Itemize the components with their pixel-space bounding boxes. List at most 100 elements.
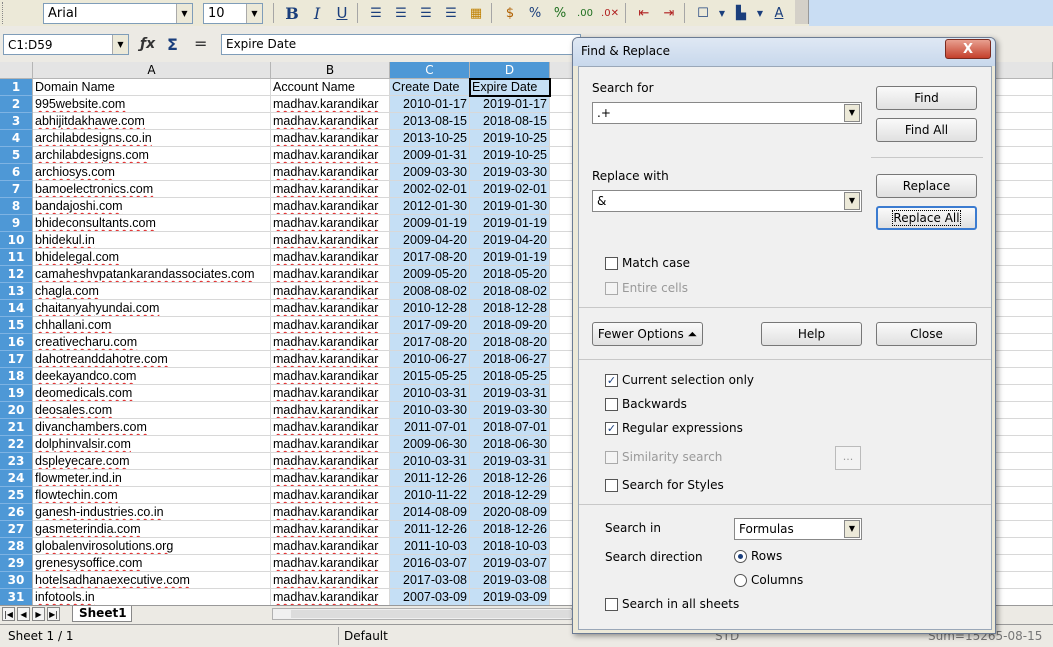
- increase-indent-icon[interactable]: ⇥: [658, 2, 680, 24]
- table-cell-c[interactable]: 2010-12-28: [390, 300, 470, 317]
- current-selection-checkbox[interactable]: ✓: [605, 374, 618, 387]
- replace-with-input[interactable]: & ▼: [592, 190, 862, 212]
- table-cell-c[interactable]: 2008-08-02: [390, 283, 470, 300]
- table-cell-d[interactable]: 2018-12-28: [470, 300, 550, 317]
- replace-button[interactable]: Replace: [876, 174, 977, 198]
- toolbar-overflow[interactable]: [795, 0, 809, 24]
- table-cell-b[interactable]: madhav.karandikar: [271, 96, 390, 113]
- first-sheet-icon[interactable]: |◀: [2, 607, 15, 621]
- table-cell-a[interactable]: chagla.com: [33, 283, 271, 300]
- table-cell-b[interactable]: madhav.karandikar: [271, 504, 390, 521]
- table-cell-c[interactable]: 2009-01-19: [390, 215, 470, 232]
- table-cell-c[interactable]: 2010-03-31: [390, 385, 470, 402]
- table-cell-a[interactable]: globalenvirosolutions.org: [33, 538, 271, 555]
- table-cell-d[interactable]: 2018-08-20: [470, 334, 550, 351]
- chevron-down-icon[interactable]: ▼: [844, 520, 860, 538]
- chevron-down-icon[interactable]: ▼: [717, 2, 727, 24]
- select-all-corner[interactable]: [0, 62, 33, 79]
- table-cell-c[interactable]: 2010-06-27: [390, 351, 470, 368]
- row-header[interactable]: 18: [0, 368, 33, 385]
- table-cell-d[interactable]: 2019-03-30: [470, 402, 550, 419]
- table-cell-d[interactable]: 2019-01-19: [470, 249, 550, 266]
- table-cell-d[interactable]: 2018-08-02: [470, 283, 550, 300]
- table-cell-d[interactable]: 2019-10-25: [470, 147, 550, 164]
- table-cell-b[interactable]: madhav.karandikar: [271, 147, 390, 164]
- underline-icon[interactable]: U: [331, 2, 353, 24]
- table-cell-b[interactable]: madhav.karandikar: [271, 487, 390, 504]
- table-cell-d[interactable]: 2020-08-09: [470, 504, 550, 521]
- borders-icon[interactable]: ☐: [692, 2, 714, 24]
- next-sheet-icon[interactable]: ▶: [32, 607, 45, 621]
- table-cell-a[interactable]: bamoelectronics.com: [33, 181, 271, 198]
- search-styles-checkbox[interactable]: [605, 479, 618, 492]
- function-icon[interactable]: =: [194, 34, 207, 53]
- row-header[interactable]: 2: [0, 96, 33, 113]
- table-cell-b[interactable]: madhav.karandikar: [271, 300, 390, 317]
- table-cell-b[interactable]: madhav.karandikar: [271, 453, 390, 470]
- row-header[interactable]: 11: [0, 249, 33, 266]
- table-cell-c[interactable]: 2012-01-30: [390, 198, 470, 215]
- table-cell-c[interactable]: 2002-02-01: [390, 181, 470, 198]
- table-cell-a[interactable]: bhidekul.in: [33, 232, 271, 249]
- row-header[interactable]: 26: [0, 504, 33, 521]
- font-size-combo[interactable]: 10 ▼: [203, 2, 263, 24]
- table-cell-a[interactable]: archiosys.com: [33, 164, 271, 181]
- find-all-button[interactable]: Find All: [876, 118, 977, 142]
- table-cell-a[interactable]: deosales.com: [33, 402, 271, 419]
- number-format-icon[interactable]: %: [549, 2, 571, 24]
- table-cell-b[interactable]: madhav.karandikar: [271, 249, 390, 266]
- table-cell-b[interactable]: madhav.karandikar: [271, 351, 390, 368]
- replace-all-button[interactable]: Replace All: [876, 206, 977, 230]
- row-header[interactable]: 25: [0, 487, 33, 504]
- table-cell-b[interactable]: madhav.karandikar: [271, 283, 390, 300]
- match-case-checkbox[interactable]: [605, 257, 618, 270]
- table-cell-c[interactable]: 2009-03-30: [390, 164, 470, 181]
- table-cell-c[interactable]: 2011-12-26: [390, 470, 470, 487]
- table-cell-c[interactable]: 2013-10-25: [390, 130, 470, 147]
- table-cell-c[interactable]: 2011-10-03: [390, 538, 470, 555]
- table-cell-b[interactable]: madhav.karandikar: [271, 334, 390, 351]
- horizontal-scrollbar[interactable]: [272, 608, 751, 620]
- chevron-down-icon[interactable]: ▼: [844, 192, 860, 210]
- row-header[interactable]: 28: [0, 538, 33, 555]
- table-cell-b[interactable]: Account Name: [271, 79, 390, 96]
- merge-cells-icon[interactable]: ▦: [465, 2, 487, 24]
- row-header[interactable]: 15: [0, 317, 33, 334]
- row-header[interactable]: 27: [0, 521, 33, 538]
- row-header[interactable]: 17: [0, 351, 33, 368]
- table-cell-d[interactable]: 2018-08-15: [470, 113, 550, 130]
- close-icon[interactable]: X: [945, 39, 991, 59]
- table-cell-a[interactable]: divanchambers.com: [33, 419, 271, 436]
- align-left-icon[interactable]: ☰: [365, 2, 387, 24]
- row-header[interactable]: 22: [0, 436, 33, 453]
- bold-icon[interactable]: B: [281, 2, 303, 24]
- delete-decimal-icon[interactable]: .0✕: [599, 2, 621, 24]
- table-cell-d[interactable]: 2019-03-31: [470, 453, 550, 470]
- table-cell-d[interactable]: 2019-03-07: [470, 555, 550, 572]
- table-cell-b[interactable]: madhav.karandikar: [271, 232, 390, 249]
- table-cell-b[interactable]: madhav.karandikar: [271, 402, 390, 419]
- row-header[interactable]: 6: [0, 164, 33, 181]
- column-header-a[interactable]: A: [33, 62, 271, 79]
- close-button[interactable]: Close: [876, 322, 977, 346]
- row-header[interactable]: 29: [0, 555, 33, 572]
- font-color-icon[interactable]: A: [768, 2, 790, 24]
- table-cell-d[interactable]: 2019-10-25: [470, 130, 550, 147]
- percent-icon[interactable]: %: [524, 2, 546, 24]
- decrease-indent-icon[interactable]: ⇤: [633, 2, 655, 24]
- formula-input[interactable]: Expire Date: [221, 34, 581, 55]
- table-cell-c[interactable]: 2014-08-09: [390, 504, 470, 521]
- table-cell-c[interactable]: 2013-08-15: [390, 113, 470, 130]
- function-wizard-icon[interactable]: ƒx: [140, 36, 155, 52]
- table-cell-c[interactable]: 2016-03-07: [390, 555, 470, 572]
- row-header[interactable]: 8: [0, 198, 33, 215]
- row-header[interactable]: 31: [0, 589, 33, 606]
- table-cell-b[interactable]: madhav.karandikar: [271, 215, 390, 232]
- row-header[interactable]: 1: [0, 79, 33, 96]
- table-cell-c[interactable]: 2009-05-20: [390, 266, 470, 283]
- table-cell-d[interactable]: 2018-06-30: [470, 436, 550, 453]
- row-header[interactable]: 14: [0, 300, 33, 317]
- table-cell-b[interactable]: madhav.karandikar: [271, 470, 390, 487]
- table-cell-a[interactable]: abhijitdakhawe.com: [33, 113, 271, 130]
- chevron-down-icon[interactable]: ▼: [246, 3, 262, 23]
